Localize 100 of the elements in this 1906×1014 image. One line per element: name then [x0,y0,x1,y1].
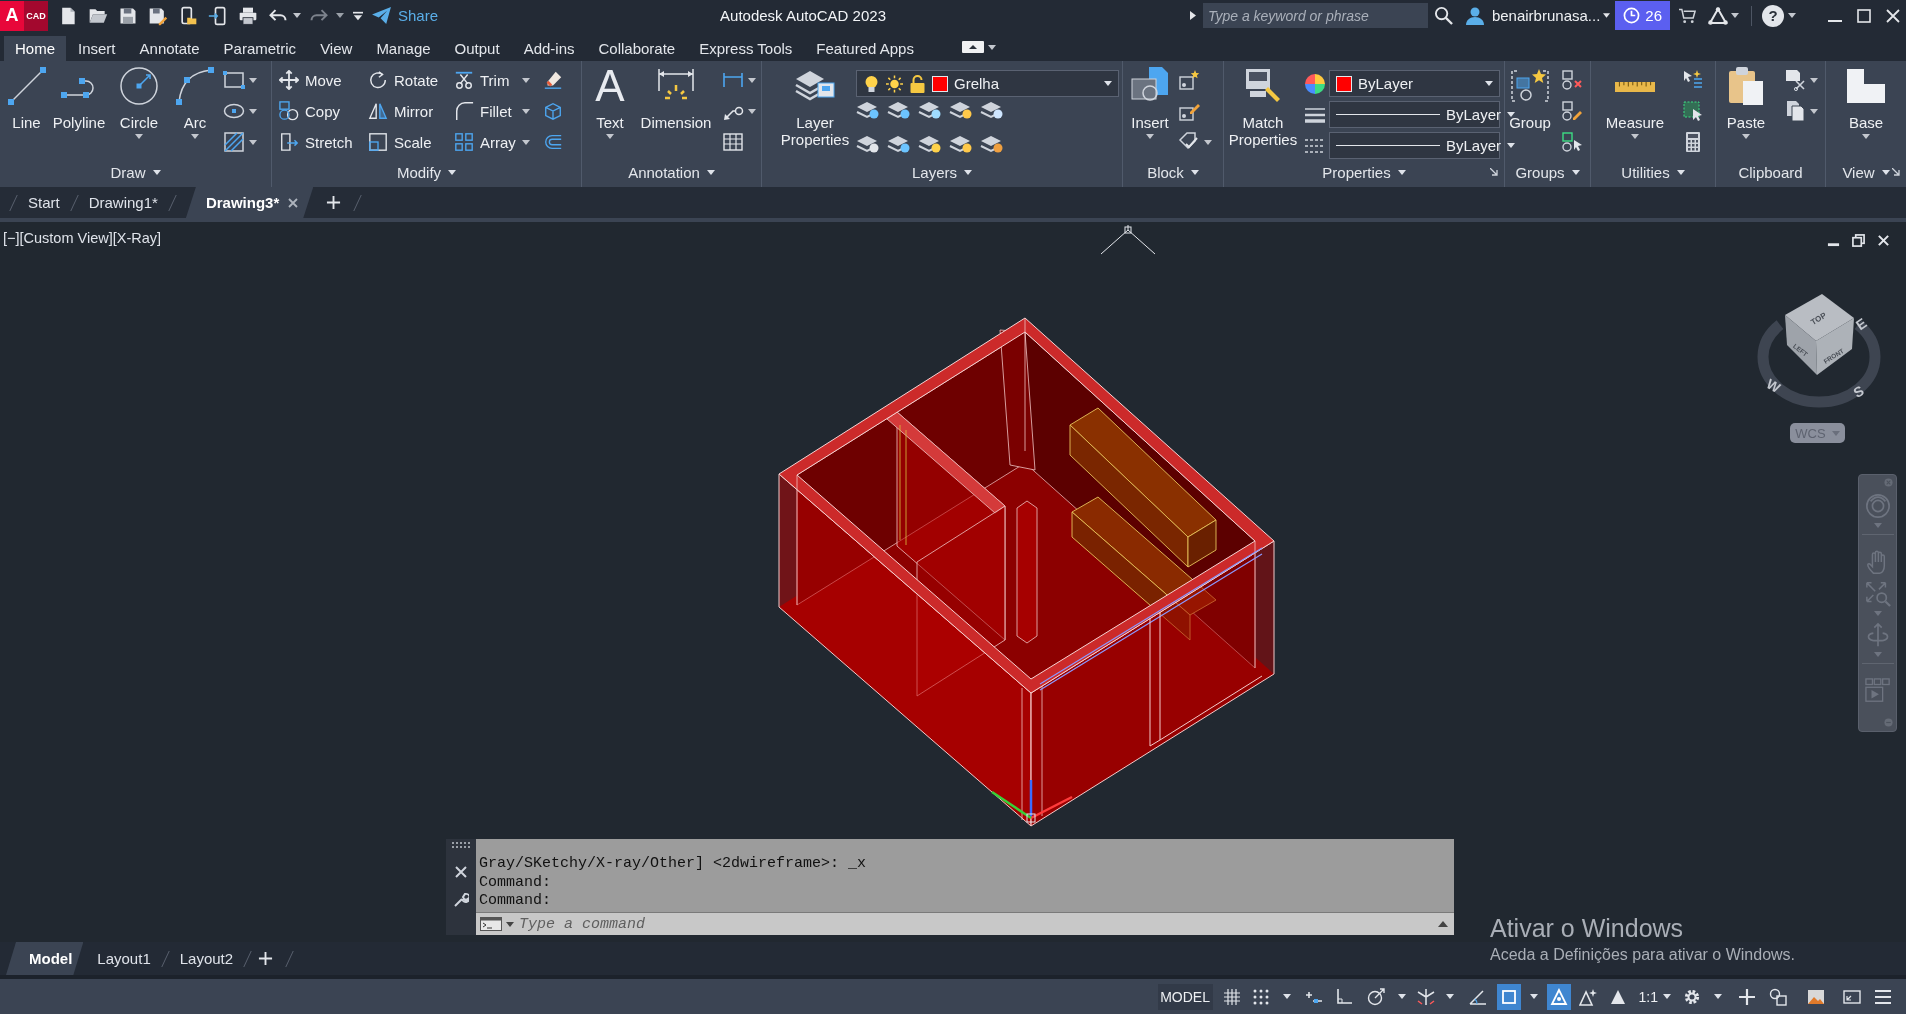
command-line-bar[interactable]: Type a command [476,912,1454,935]
file-tab[interactable]: Drawing3* [185,187,314,218]
base-view-button[interactable]: Base [1846,61,1886,139]
menu-icon[interactable] [1874,987,1892,1006]
view-cube[interactable] [1785,294,1854,375]
ribbon-tab[interactable]: Collaborate [586,36,688,61]
up-arrow-tile-icon[interactable] [961,41,984,53]
maximize-icon[interactable] [1857,8,1871,23]
nested-curves-icon[interactable] [543,132,563,152]
bar-caret-icon[interactable] [353,10,363,21]
plus-icon[interactable] [1738,987,1756,1006]
file-tab[interactable]: Drawing1* [74,187,172,218]
caret-icon[interactable] [293,13,301,18]
file-tab[interactable]: Start [14,187,74,218]
panel-title-button[interactable]: Modify [396,163,457,181]
user-icon[interactable] [1465,6,1484,25]
search-icon[interactable] [1433,6,1453,25]
restore-icon[interactable] [1852,234,1865,247]
terminal-icon[interactable] [480,917,502,931]
viewport-label[interactable]: [−][Custom View][X-Ray] [3,230,162,246]
panel-title-button[interactable]: Block [1147,163,1199,181]
annotation-scale-button[interactable]: 1:1 [1638,988,1658,1005]
panel-title-button[interactable]: View [1842,163,1890,181]
rotate-tool-button[interactable]: Rotate [368,66,454,94]
caret-icon[interactable] [249,139,257,145]
caret-icon[interactable] [1529,994,1538,999]
caret-icon[interactable] [1282,994,1291,999]
circle-tool-button[interactable]: Circle [116,61,162,139]
ribbon-tab[interactable]: Express Tools [687,36,805,61]
caret-icon[interactable] [249,77,257,83]
panel-title-button[interactable]: Properties [1322,163,1406,181]
dimension-tool-button[interactable]: Dimension [641,61,711,131]
panel-title-button[interactable]: Layers [912,163,972,181]
corner-arrow-icon[interactable] [1892,168,1900,176]
caret-icon[interactable] [1810,108,1818,114]
help-button[interactable]: ? [1762,4,1784,27]
triangle-nodes-icon[interactable] [1708,6,1728,25]
insert-block-button[interactable]: Insert [1128,61,1172,139]
wrench-icon[interactable] [453,892,469,908]
shapes-pencil-icon[interactable] [1561,100,1583,122]
text-tool-button[interactable]: A Text [590,61,630,139]
copy-tool-button[interactable]: Copy [279,97,368,125]
caret-icon[interactable] [987,45,996,50]
page-scissors-icon[interactable] [1784,69,1806,91]
layer-properties-button[interactable]: Layer Properties [777,61,853,148]
annotation-visibility-toggle-button[interactable] [1546,983,1571,1010]
caret-icon[interactable] [1397,994,1406,999]
caret-icon[interactable] [336,13,344,18]
ribbon-tab[interactable]: Annotate [127,36,212,61]
caret-icon[interactable] [1731,13,1739,18]
cursor-list-icon[interactable] [1682,69,1704,91]
move-tool-button[interactable]: Move [279,66,368,94]
model-space-button[interactable]: MODEL [1157,983,1213,1010]
panel-title-button[interactable]: Draw [110,163,161,181]
stretch-tool-button[interactable]: Stretch [279,128,368,156]
arc-tool-button[interactable]: Arc [175,61,215,139]
picture-icon[interactable] [1807,987,1825,1006]
trim-tool-button[interactable]: Trim [454,66,538,94]
caret-icon[interactable] [506,921,514,927]
printer-icon[interactable] [238,5,258,26]
layout-tab[interactable]: Layout1 [83,942,165,975]
caret-icon[interactable] [1445,994,1454,999]
line-tool-button[interactable]: Line [4,61,49,131]
match-properties-button[interactable]: Match Properties [1227,61,1299,148]
mirror-tool-button[interactable]: Mirror [368,97,454,125]
command-input-field[interactable]: Type a command [519,914,1438,934]
ribbon-tab[interactable]: View [308,36,365,61]
color-wheel-icon[interactable] [1304,72,1326,95]
clock-count-button[interactable]: 26 [1615,1,1670,30]
object-snap-toggle-button[interactable] [1496,983,1521,1010]
ribbon-tab[interactable]: Manage [364,36,443,61]
layer-dropdown[interactable]: Grelha [856,70,1119,97]
grip-dots-icon[interactable] [452,842,470,848]
cube-icon[interactable] [543,101,563,121]
caret-right-icon[interactable] [1189,11,1196,20]
panel-title-button[interactable]: Clipboard [1738,163,1803,181]
user-account-button[interactable]: benairbrunasa... [1491,7,1611,24]
search-field[interactable]: Type a keyword or phrase [1202,3,1428,28]
panel-title-button[interactable]: Groups [1515,163,1580,181]
panel-title-button[interactable]: Utilities [1621,163,1685,181]
eraser-icon[interactable] [543,70,563,90]
up-caret-icon[interactable] [1438,921,1448,927]
plus-icon[interactable] [326,195,342,210]
color-dropdown[interactable]: ByLayer [1329,70,1500,97]
panel-title-button[interactable]: Annotation [628,163,715,181]
rectangle-star-icon[interactable] [1178,69,1200,91]
caret-icon[interactable] [1204,139,1212,145]
caret-icon[interactable] [748,77,756,83]
paste-button[interactable]: Paste [1726,61,1766,139]
layout-tab[interactable]: Layout2 [165,942,248,975]
caret-icon[interactable] [1663,994,1671,999]
settings-icon[interactable] [1683,987,1701,1006]
measure-button[interactable]: Measure [1606,61,1664,139]
caret-icon[interactable] [1810,77,1818,83]
share-button[interactable]: Share [372,7,439,24]
fullscreen-icon[interactable] [1843,987,1861,1006]
pages-icon[interactable] [1784,100,1806,122]
close-icon[interactable] [1886,8,1900,23]
caret-icon[interactable] [1714,994,1722,999]
ribbon-tab[interactable]: Output [442,36,512,61]
